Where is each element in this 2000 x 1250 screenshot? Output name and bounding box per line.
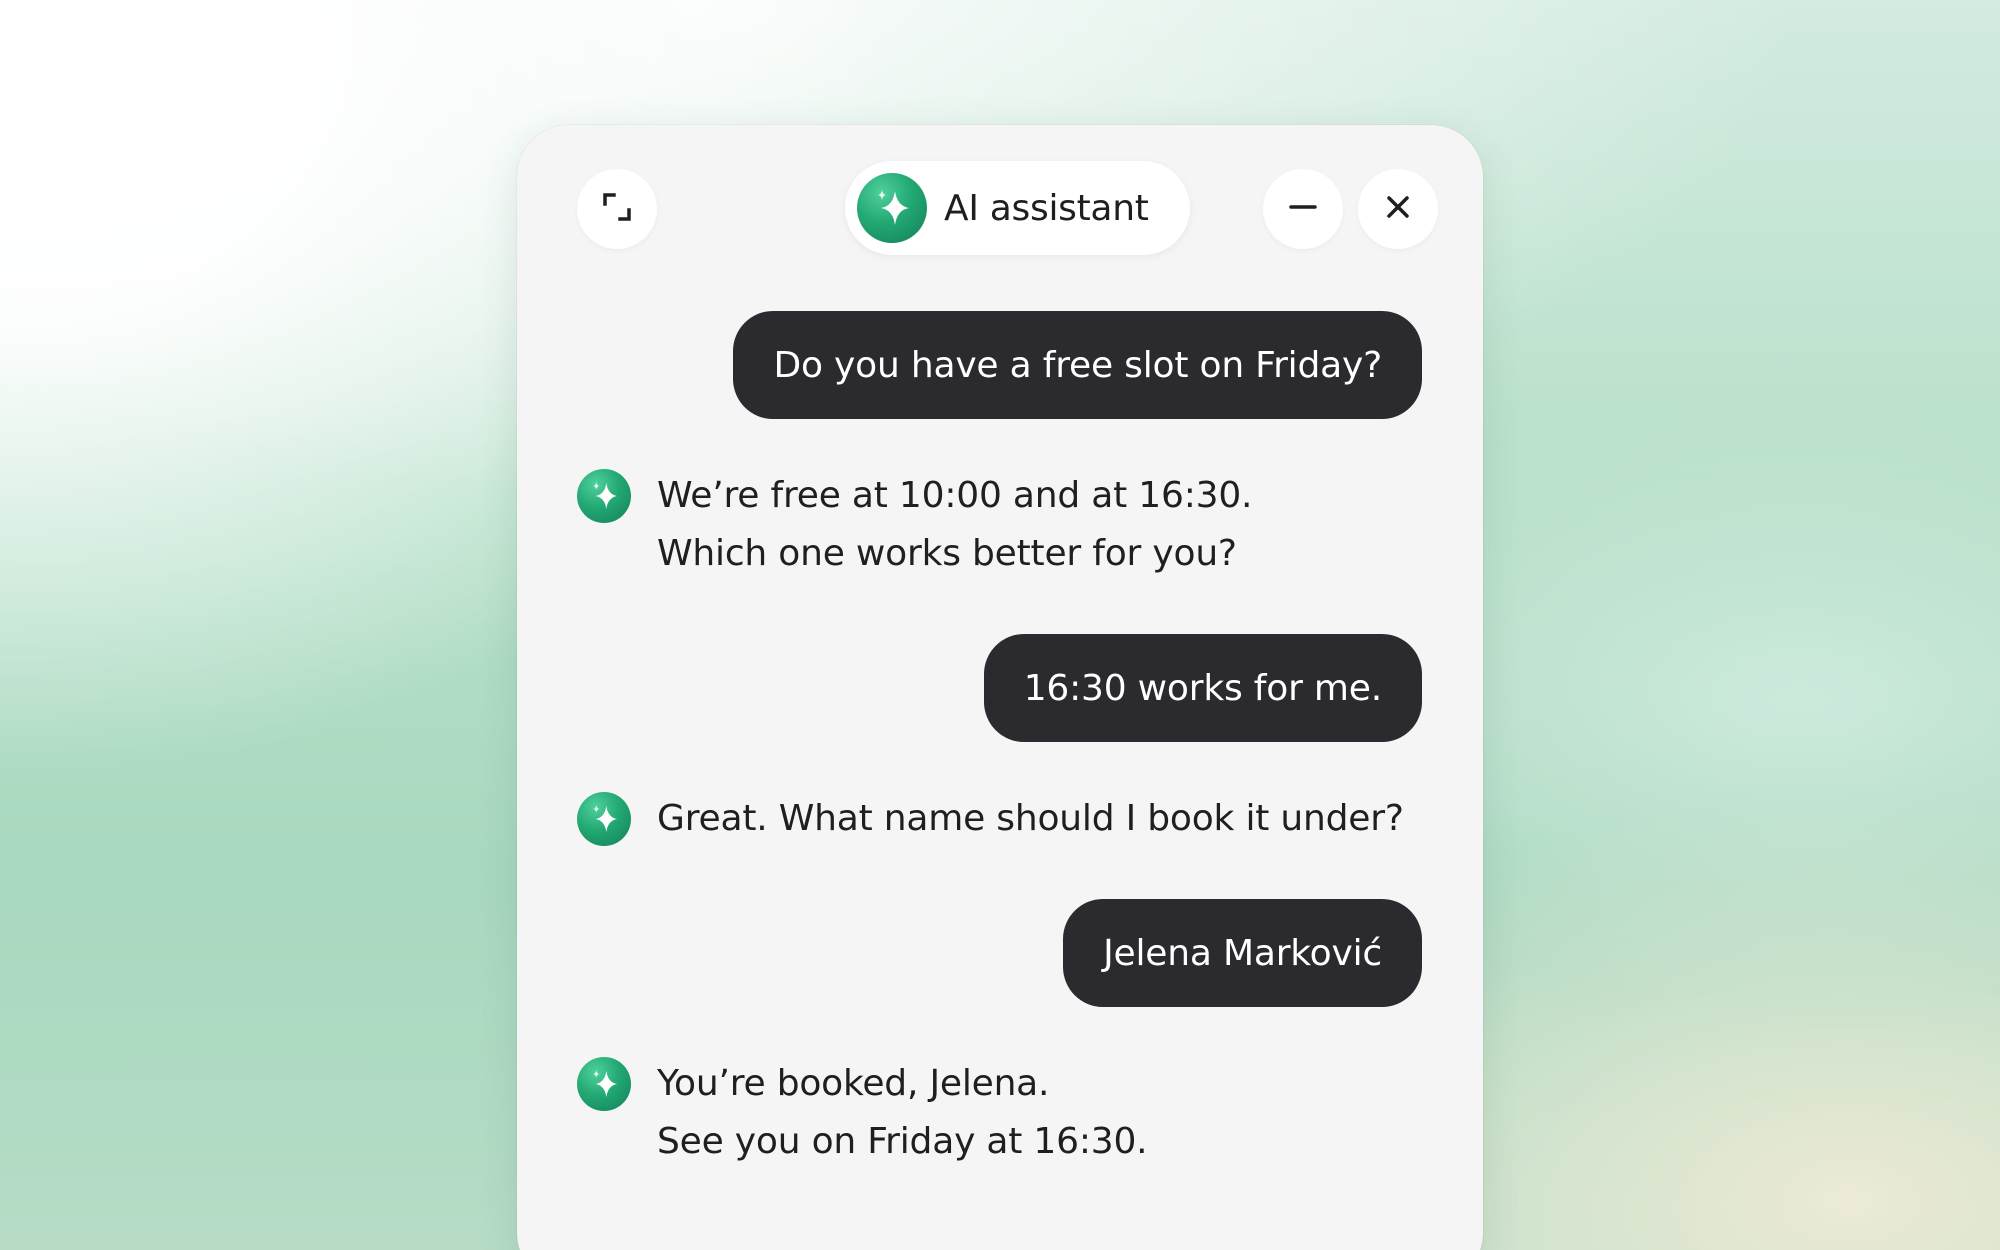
user-message: Do you have a free slot on Friday? bbox=[733, 311, 1422, 419]
sparkle-icon bbox=[577, 469, 631, 523]
sparkle-icon bbox=[577, 792, 631, 846]
assistant-message-line: We’re free at 10:00 and at 16:30. bbox=[657, 475, 1253, 516]
assistant-message: Great. What name should I book it under? bbox=[577, 792, 1404, 848]
assistant-message-line: See you on Friday at 16:30. bbox=[657, 1121, 1148, 1162]
user-message: Jelena Marković bbox=[1063, 899, 1422, 1007]
close-button[interactable] bbox=[1358, 169, 1438, 249]
assistant-title-pill: AI assistant bbox=[845, 161, 1190, 255]
assistant-message: You’re booked, Jelena. See you on Friday… bbox=[577, 1055, 1148, 1171]
user-message: 16:30 works for me. bbox=[983, 634, 1422, 742]
assistant-message-text: Great. What name should I book it under? bbox=[657, 790, 1404, 848]
expand-button[interactable] bbox=[577, 169, 657, 249]
expand-icon bbox=[601, 191, 633, 227]
assistant-message-line: You’re booked, Jelena. bbox=[657, 1063, 1050, 1104]
minimize-icon bbox=[1287, 191, 1319, 227]
sparkle-icon bbox=[577, 1057, 631, 1111]
assistant-message-text: You’re booked, Jelena. See you on Friday… bbox=[657, 1055, 1148, 1171]
assistant-title: AI assistant bbox=[944, 187, 1149, 229]
minimize-button[interactable] bbox=[1263, 169, 1343, 249]
close-icon bbox=[1382, 191, 1414, 227]
assistant-chat-panel: AI assistant Do you have a free slot on … bbox=[517, 125, 1483, 1250]
assistant-message-line: Great. What name should I book it under? bbox=[657, 798, 1404, 839]
sparkle-icon bbox=[857, 173, 927, 243]
assistant-message-line: Which one works better for you? bbox=[657, 533, 1237, 574]
assistant-message: We’re free at 10:00 and at 16:30. Which … bbox=[577, 469, 1252, 583]
assistant-message-text: We’re free at 10:00 and at 16:30. Which … bbox=[657, 467, 1252, 583]
